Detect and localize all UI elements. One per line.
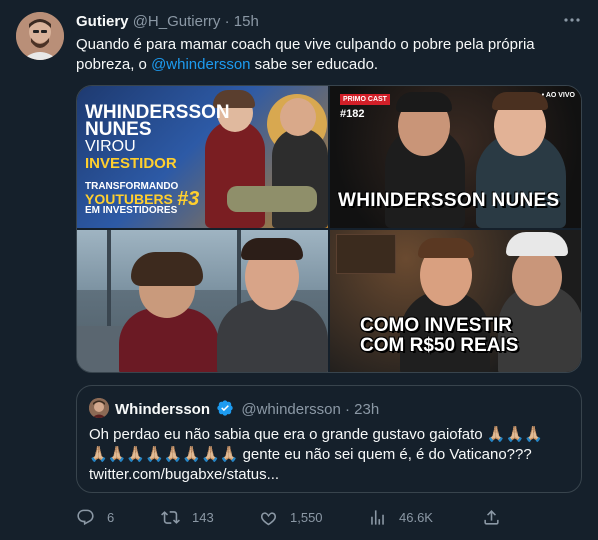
media-thumbnail-2[interactable]: PRIMO CAST #182 • AO VIVO WHINDERSSON NU… xyxy=(330,86,581,228)
thumb1-sub3: EM INVESTIDORES xyxy=(85,205,178,216)
tweet-time[interactable]: 15h xyxy=(234,13,259,30)
thumb4-line1: COMO INVESTIR xyxy=(360,315,513,336)
reply-count: 6 xyxy=(107,509,115,525)
like-button[interactable]: 1,550 xyxy=(259,505,323,529)
person-shape xyxy=(217,300,328,372)
person-hair xyxy=(396,92,452,112)
verified-badge-icon xyxy=(216,399,234,421)
tweet[interactable]: Gutiery @H_Gutierry · 15h Quando é para … xyxy=(0,0,598,540)
shelf-shape xyxy=(336,234,396,274)
views-button[interactable]: 46.6K xyxy=(368,505,433,529)
person-face xyxy=(280,98,316,136)
thumb2-badge: PRIMO CAST xyxy=(340,94,390,105)
quoted-time[interactable]: 23h xyxy=(354,401,379,418)
author-avatar[interactable] xyxy=(16,12,64,60)
media-thumbnail-3[interactable] xyxy=(77,230,328,372)
quoted-text-line2: 🙏🏼🙏🏼🙏🏼🙏🏼🙏🏼🙏🏼🙏🏼🙏🏼 gente eu não sei quem é… xyxy=(89,446,532,463)
media-thumbnail-4[interactable]: COMO INVESTIR COM R$50 REAIS xyxy=(330,230,581,372)
person-hair xyxy=(131,252,203,286)
person-hair xyxy=(418,238,474,258)
thumb2-banner: WHINDERSSON NUNES xyxy=(338,190,560,211)
quoted-author-avatar[interactable] xyxy=(89,398,109,418)
author-name[interactable]: Gutiery xyxy=(76,13,129,30)
person-shape xyxy=(272,128,328,228)
thumb1-line2: NUNES xyxy=(85,119,152,140)
thumb2-episode: #182 xyxy=(340,108,365,120)
thumb2-live: • AO VIVO xyxy=(541,92,575,99)
heart-icon xyxy=(260,511,277,525)
thumb4-caption: COMO INVESTIR COM R$50 REAIS xyxy=(360,316,518,356)
thumb1-title: WHINDERSSON NUNES VIROU INVESTIDOR xyxy=(85,103,230,172)
more-dots-icon[interactable] xyxy=(560,10,584,34)
views-count: 46.6K xyxy=(399,509,433,525)
quoted-separator: · xyxy=(344,401,350,418)
share-button[interactable] xyxy=(482,505,513,529)
legs-shape xyxy=(227,186,317,212)
like-count: 1,550 xyxy=(290,509,323,525)
mention-link[interactable]: @whindersson xyxy=(151,56,250,73)
share-icon xyxy=(484,509,499,525)
reply-icon xyxy=(77,509,94,525)
thumb1-number: #3 xyxy=(177,188,200,210)
thumb1-line3: VIROU xyxy=(85,138,136,155)
header-separator: · xyxy=(224,13,230,30)
person-hair xyxy=(241,238,303,260)
retweet-button[interactable]: 143 xyxy=(161,505,214,529)
media-thumbnail-1[interactable]: WHINDERSSON NUNES VIROU INVESTIDOR TRANS… xyxy=(77,86,328,228)
retweet-count: 143 xyxy=(192,509,214,525)
views-icon xyxy=(371,509,384,525)
quoted-handle[interactable]: @whindersson xyxy=(241,401,340,418)
retweet-icon xyxy=(161,510,180,524)
quoted-tweet[interactable]: Whindersson @whindersson · 23h Oh perdao… xyxy=(76,385,582,493)
cap-shape xyxy=(506,232,568,256)
thumb1-line4: INVESTIDOR xyxy=(85,155,177,172)
quoted-text-line1: Oh perdao eu não sabia que era o grande … xyxy=(89,426,543,443)
person-hair xyxy=(492,92,548,110)
person-face xyxy=(512,248,562,306)
thumb4-line2: COM R$50 REAIS xyxy=(360,335,519,356)
quoted-link[interactable]: twitter.com/bugabxe/status... xyxy=(89,465,573,485)
quoted-text: Oh perdao eu não sabia que era o grande … xyxy=(89,425,573,485)
tweet-header: Gutiery @H_Gutierry · 15h xyxy=(76,13,582,33)
author-handle[interactable]: @H_Gutierry xyxy=(133,13,221,30)
thumb1-subtitle: TRANSFORMANDO YOUTUBERS EM INVESTIDORES xyxy=(85,181,178,217)
thumb1-sub2: YOUTUBERS xyxy=(85,191,173,207)
tweet-text-after: sabe ser educado. xyxy=(250,56,379,73)
quoted-header: Whindersson @whindersson · 23h xyxy=(115,399,379,421)
reply-button[interactable]: 6 xyxy=(76,505,114,529)
tweet-text: Quando é para mamar coach que vive culpa… xyxy=(76,35,576,75)
quoted-author-name[interactable]: Whindersson xyxy=(115,401,210,418)
media-grid: WHINDERSSON NUNES VIROU INVESTIDOR TRANS… xyxy=(76,85,582,373)
action-bar: 6 143 1,550 46.6K xyxy=(76,505,576,529)
